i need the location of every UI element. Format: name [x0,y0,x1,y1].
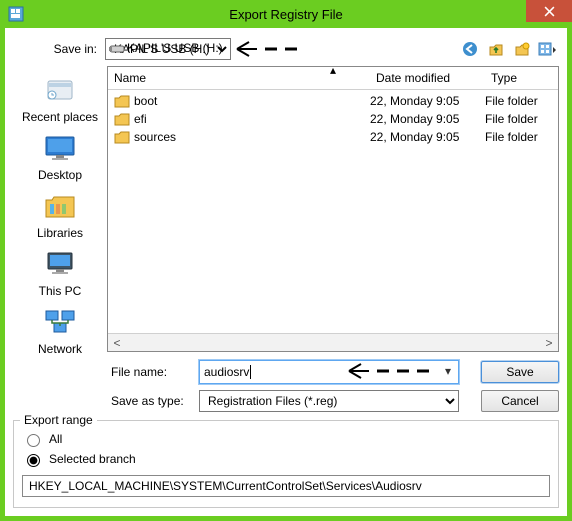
regedit-icon [8,6,24,22]
close-button[interactable] [526,0,572,22]
place-thispc[interactable]: This PC [17,244,103,300]
savein-dropdown[interactable]: KAPIL'S USB (H:) [105,38,231,60]
text-cursor [250,365,251,379]
save-button[interactable]: Save [481,361,559,383]
place-recent[interactable]: Recent places [17,70,103,126]
branch-path-input[interactable] [22,475,550,497]
up-one-level-button[interactable] [485,38,507,60]
export-selected-branch-label: Selected branch [49,452,136,466]
export-range-legend: Export range [20,413,97,427]
new-folder-button[interactable] [511,38,533,60]
scroll-left-icon[interactable]: < [108,336,126,350]
export-all-radio[interactable] [27,434,40,447]
cancel-button[interactable]: Cancel [481,390,559,412]
views-button[interactable] [537,38,559,60]
window-title: Export Registry File [0,7,572,22]
export-all-label: All [49,432,62,446]
export-selected-branch-radio[interactable] [27,454,40,467]
folder-icon [114,130,130,144]
file-row[interactable]: efi 22, Monday 9:05 File folder [108,110,558,128]
file-list[interactable]: boot 22, Monday 9:05 File folder efi 22,… [108,90,558,333]
scroll-right-icon[interactable]: > [540,336,558,350]
folder-icon [114,94,130,108]
horizontal-scrollbar[interactable]: < > [108,333,558,351]
this-pc-icon [42,248,78,280]
export-registry-dialog: Export Registry File Save in: KAPIL'S US… [0,0,572,521]
window-buttons [526,0,572,22]
place-libraries[interactable]: Libraries [17,186,103,242]
places-bar: Recent places Desktop Libraries [13,66,107,418]
annotation-arrow-savein [235,40,305,58]
file-row[interactable]: boot 22, Monday 9:05 File folder [108,92,558,110]
libraries-icon [42,190,78,222]
network-icon [42,306,78,338]
chevron-down-icon[interactable]: ▾ [440,364,456,378]
file-row[interactable]: sources 22, Monday 9:05 File folder [108,128,558,146]
sort-indicator-icon: ▴ [108,63,558,77]
place-desktop[interactable]: Desktop [17,128,103,184]
filename-label: File name: [107,365,195,379]
save-as-type-dropdown[interactable]: Registration Files (*.reg) [199,390,459,412]
filename-input[interactable]: audiosrv ▾ [199,360,459,384]
savetype-label: Save as type: [107,394,195,408]
file-list-header[interactable]: ▴ Name Date modified Type [108,67,558,90]
place-network[interactable]: Network [17,302,103,358]
back-button[interactable] [459,38,481,60]
savein-label: Save in: [13,42,105,56]
recent-places-icon [42,74,78,106]
export-range-group: Export range All Selected branch [13,420,559,508]
titlebar[interactable]: Export Registry File [0,0,572,28]
desktop-icon [42,132,78,164]
file-list-pane: ▴ Name Date modified Type boot 22, Monda… [107,66,559,352]
folder-icon [114,112,130,126]
